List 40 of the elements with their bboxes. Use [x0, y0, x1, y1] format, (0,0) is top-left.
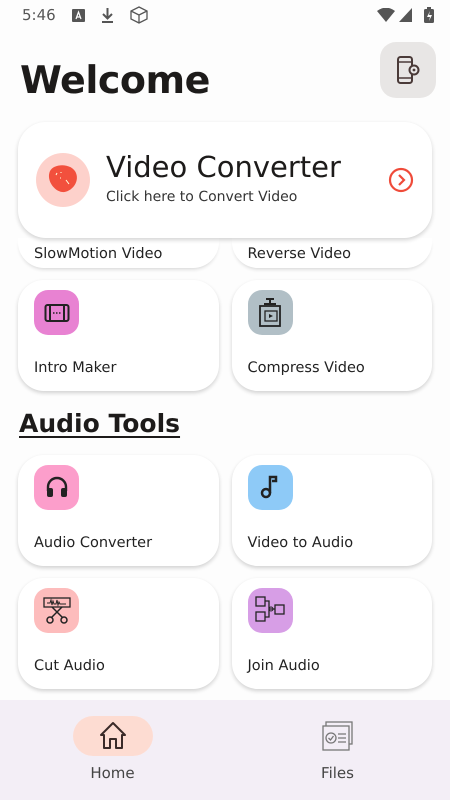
card-subtitle: Click here to Convert Video	[106, 188, 298, 208]
filmstrip-icon	[44, 302, 70, 322]
battery-icon	[424, 7, 434, 23]
compress-icon	[257, 298, 283, 328]
cube-icon	[130, 6, 148, 24]
clock: 5:46	[22, 4, 56, 26]
tool-label: Join Audio	[248, 656, 321, 676]
tool-card[interactable]: Join Audio	[232, 578, 432, 688]
signal-icon	[399, 8, 412, 22]
tool-label: Cut Audio	[34, 656, 106, 676]
wifi-icon	[377, 8, 395, 22]
scissors-icon	[42, 595, 72, 625]
tool-card[interactable]: Cut Audio	[18, 578, 218, 688]
device-settings-button[interactable]	[380, 42, 436, 98]
tool-label: SlowMotion Video	[34, 245, 164, 264]
phone-gear-icon	[396, 55, 420, 85]
tool-card[interactable]: Video to Audio	[232, 454, 432, 566]
nav-tab[interactable]: Files	[298, 716, 378, 800]
video-converter-card[interactable]: Video Converter Click here to Convert Video	[18, 122, 432, 238]
files-icon	[322, 720, 354, 752]
tool-label: Intro Maker	[34, 359, 118, 378]
tool-label: Audio Converter	[34, 534, 154, 553]
tool-card[interactable]: Reverse Video	[232, 238, 432, 268]
headphones-icon	[44, 475, 68, 499]
keyboard-notification-icon	[72, 8, 85, 22]
page-title: Welcome	[20, 57, 210, 104]
tool-card[interactable]: SlowMotion Video	[18, 238, 218, 268]
tool-label: Video to Audio	[248, 534, 354, 553]
tool-label: Compress Video	[248, 359, 366, 378]
tool-card[interactable]: Audio Converter	[18, 454, 218, 566]
nav-tab[interactable]: Home	[72, 716, 152, 800]
tool-card[interactable]: Intro Maker	[18, 280, 218, 391]
tool-label: Reverse Video	[248, 245, 352, 264]
music-note-icon	[260, 475, 280, 499]
section-heading: Audio Tools	[19, 408, 180, 440]
tool-card[interactable]: Compress Video	[232, 280, 432, 391]
download-icon	[100, 7, 114, 23]
chevron-right-circle-icon	[388, 167, 414, 193]
card-title: Video Converter	[106, 152, 342, 184]
video-magic-icon	[36, 153, 90, 207]
